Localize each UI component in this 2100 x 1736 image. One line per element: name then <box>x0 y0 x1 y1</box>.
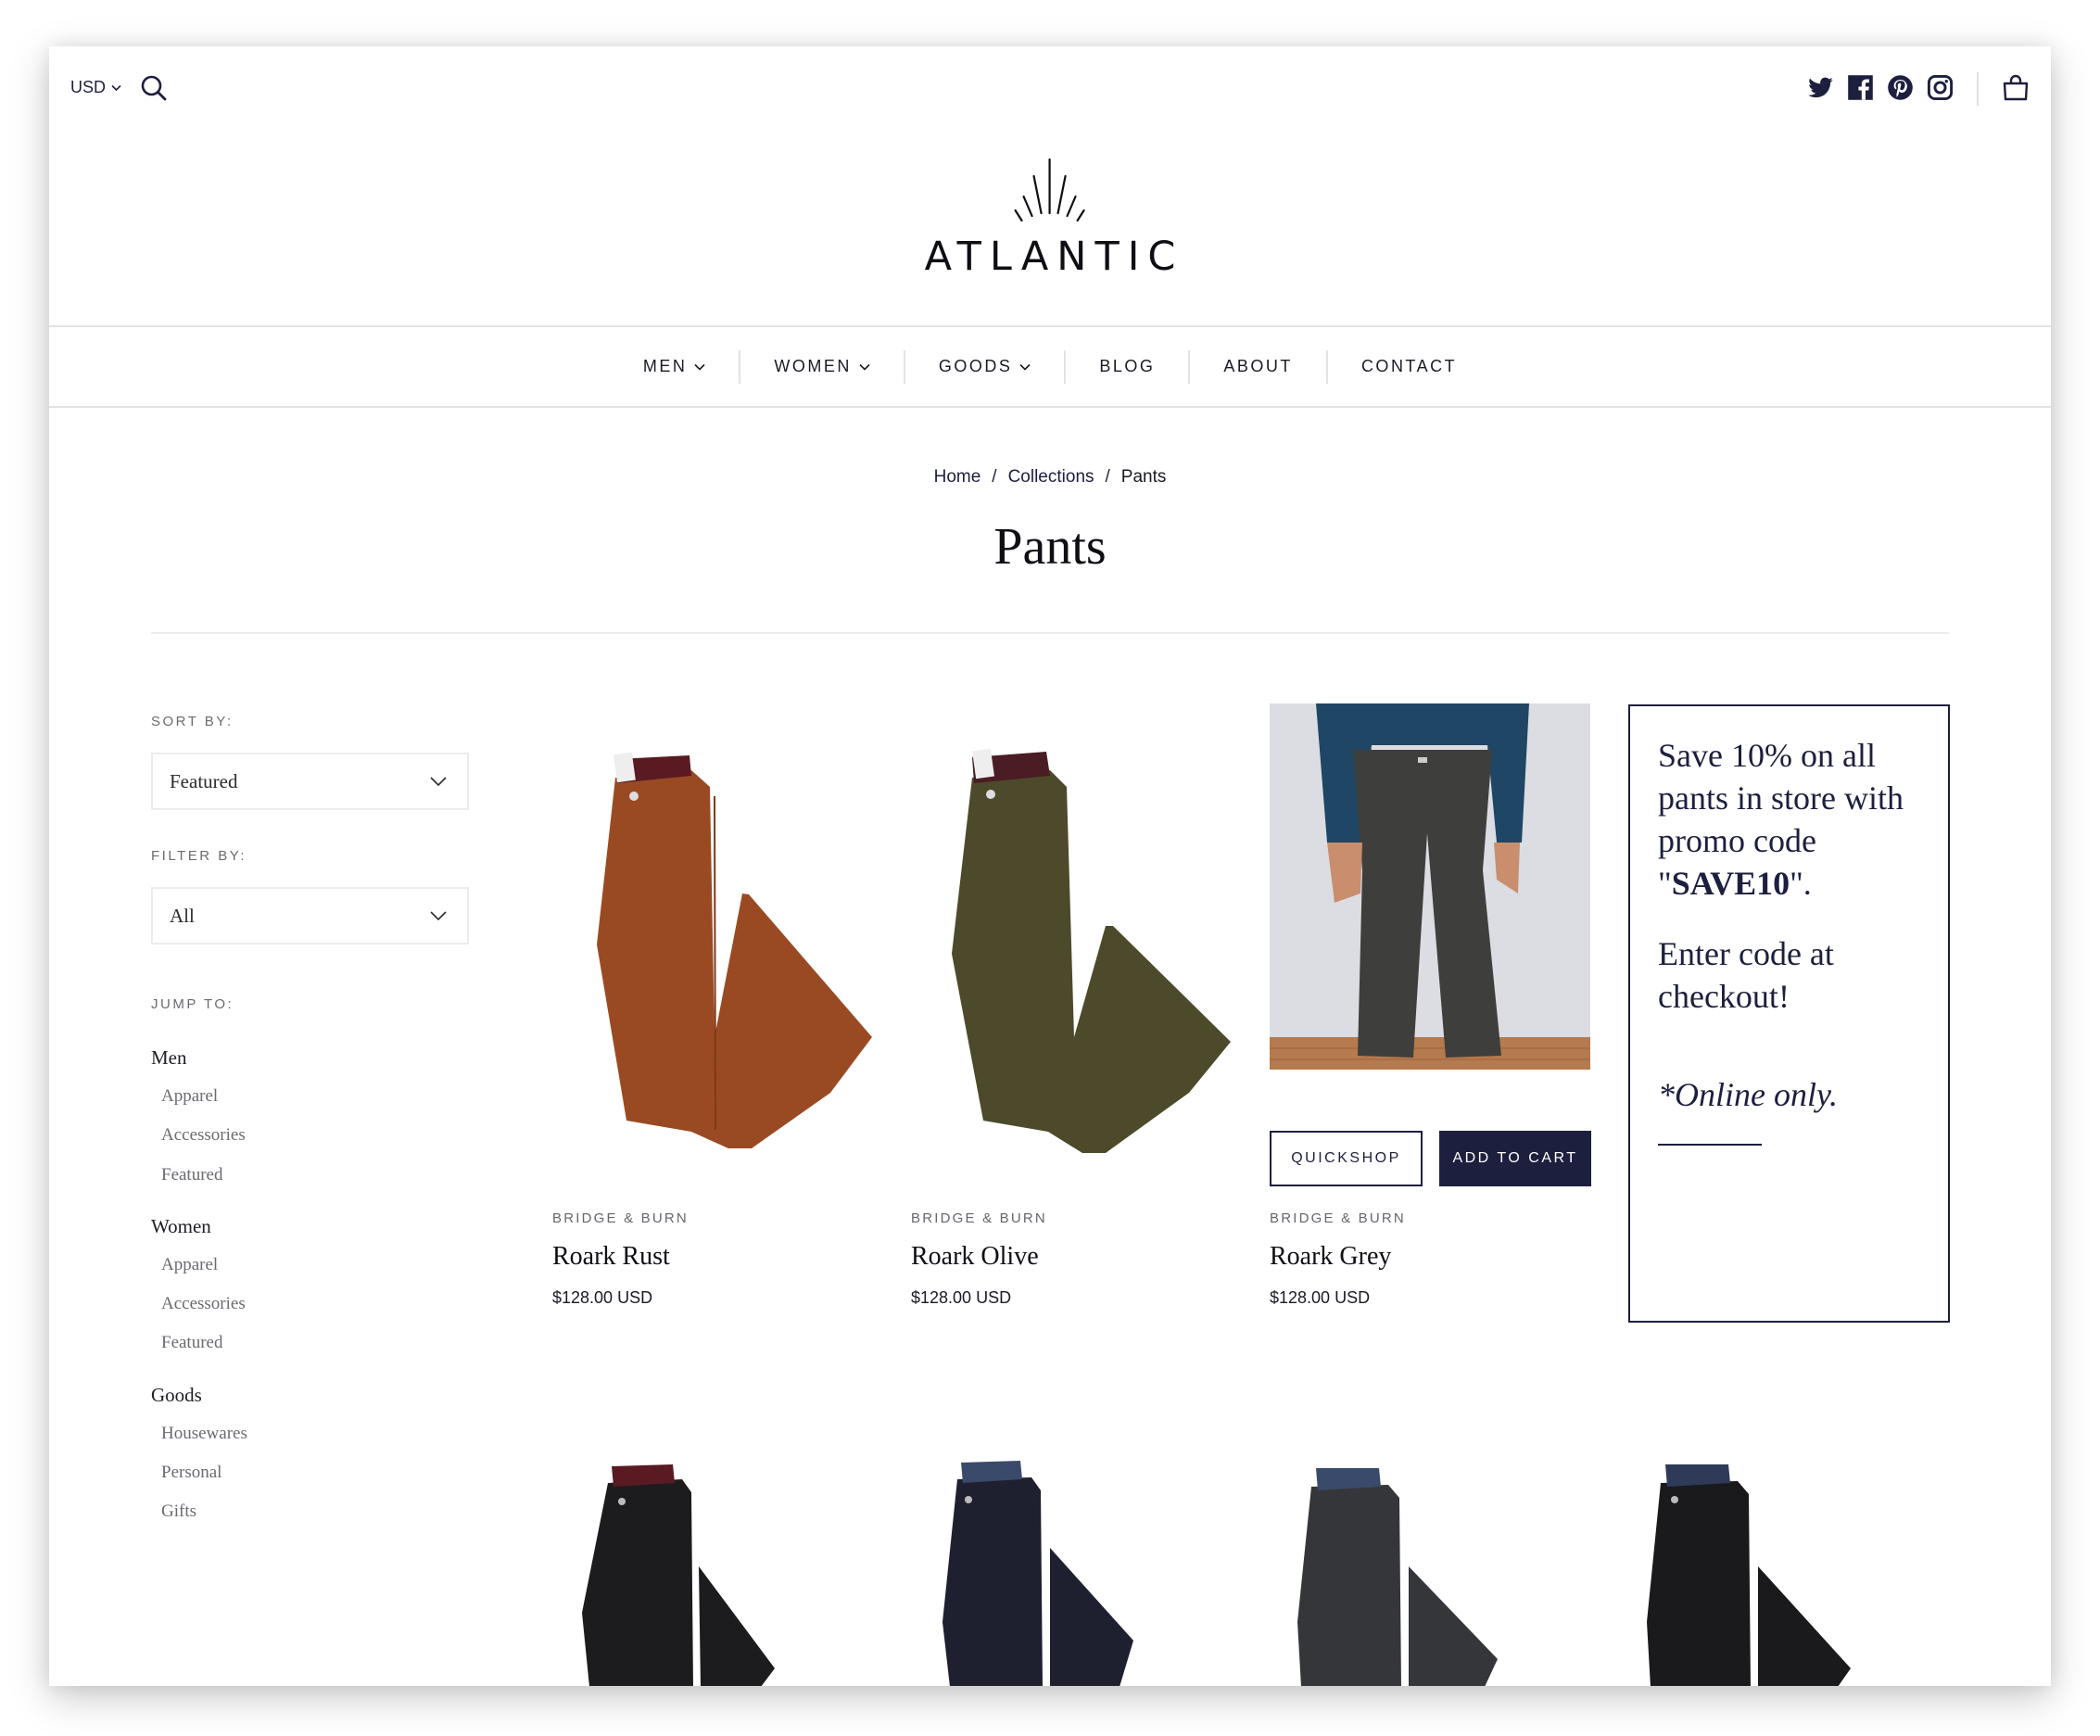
currency-label: USD <box>70 78 107 96</box>
nav-item-label: MEN <box>642 357 688 375</box>
nav-item-blog[interactable]: BLOG <box>1064 349 1188 384</box>
filter-select-value: All <box>170 904 195 927</box>
topbar-divider <box>1977 72 1979 106</box>
breadcrumb-separator: / <box>992 467 997 487</box>
jump-link-men-featured[interactable]: Featured <box>151 1156 247 1195</box>
product-image-roark-rust[interactable] <box>552 703 873 1176</box>
chevron-down-icon <box>111 84 121 91</box>
product-brand: BRIDGE & BURN <box>911 1210 1047 1226</box>
nav-item-goods[interactable]: GOODS <box>903 349 1065 384</box>
sunburst-logo-icon <box>1014 158 1086 222</box>
chevron-down-icon <box>859 363 870 371</box>
nav-item-label: GOODS <box>938 357 1013 375</box>
facebook-icon[interactable] <box>1847 74 1874 101</box>
product-price: $128.00 USD <box>1270 1288 1371 1307</box>
sort-select-value: Featured <box>170 769 238 792</box>
product-image-row2-2[interactable] <box>911 1446 1232 1686</box>
jump-to-list: Men Apparel Accessories Featured Women A… <box>151 1038 247 1544</box>
promo-code: SAVE10 <box>1671 865 1790 902</box>
breadcrumb-collections[interactable]: Collections <box>1008 467 1094 487</box>
promo-box: Save 10% on all pants in store with prom… <box>1628 704 1950 1323</box>
jump-link-goods-personal[interactable]: Personal <box>151 1453 247 1492</box>
folded-pants-image <box>942 1461 1133 1686</box>
main-nav: MEN WOMEN GOODS BLOG ABOUT CONTACT <box>49 325 2051 408</box>
chevron-down-icon <box>1019 363 1031 371</box>
folded-pants-image <box>952 748 1231 1153</box>
jump-link-men[interactable]: Men <box>151 1038 247 1077</box>
jump-group-women: Women Apparel Accessories Featured <box>151 1207 247 1363</box>
sort-select[interactable]: Featured <box>151 753 469 810</box>
product-brand: BRIDGE & BURN <box>1270 1210 1406 1226</box>
product-image-roark-grey[interactable] <box>1270 703 1590 1070</box>
promo-text-suffix: ". <box>1790 865 1812 902</box>
sort-label: SORT BY: <box>151 714 234 729</box>
logo-wordmark: ATLANTIC <box>924 234 1184 280</box>
twitter-icon[interactable] <box>1807 74 1834 101</box>
chevron-down-icon <box>694 363 705 371</box>
promo-instruction: Enter code at checkout! <box>1658 935 1834 1015</box>
nav-item-men[interactable]: MEN <box>610 350 740 384</box>
currency-selector[interactable]: USD <box>70 78 121 97</box>
breadcrumb-home[interactable]: Home <box>934 467 981 487</box>
shopping-bag-icon[interactable] <box>2001 72 2030 102</box>
product-name[interactable]: Roark Rust <box>552 1242 670 1272</box>
nav-item-label: CONTACT <box>1360 357 1458 375</box>
breadcrumb-current: Pants <box>1120 467 1167 487</box>
product-price: $128.00 USD <box>552 1288 653 1307</box>
breadcrumb: Home / Collections / Pants <box>49 467 2051 488</box>
promo-note: *Online only. <box>1658 1076 1838 1113</box>
folded-pants-image <box>597 752 872 1148</box>
jump-to-label: JUMP TO: <box>151 996 234 1012</box>
folded-pants-image <box>1647 1464 1851 1686</box>
product-image-row2-1[interactable] <box>552 1446 873 1686</box>
product-image-row2-3[interactable] <box>1270 1446 1590 1686</box>
nav-item-women[interactable]: WOMEN <box>739 349 904 384</box>
jump-link-women[interactable]: Women <box>151 1207 247 1246</box>
promo-rule <box>1658 1144 1762 1146</box>
search-icon[interactable] <box>140 74 168 102</box>
jump-group-goods: Goods Housewares Personal Gifts <box>151 1375 247 1532</box>
nav-item-label: WOMEN <box>774 357 852 375</box>
add-to-cart-button[interactable]: ADD TO CART <box>1439 1131 1591 1186</box>
model-photo-image <box>1270 703 1590 1070</box>
product-name[interactable]: Roark Grey <box>1270 1242 1391 1272</box>
filter-select[interactable]: All <box>151 887 469 944</box>
nav-item-label: ABOUT <box>1223 357 1293 375</box>
nav-item-label: BLOG <box>1099 357 1156 375</box>
jump-link-women-featured[interactable]: Featured <box>151 1324 247 1362</box>
store-logo[interactable]: ATLANTIC <box>917 158 1184 280</box>
instagram-icon[interactable] <box>1927 74 1954 101</box>
product-brand: BRIDGE & BURN <box>552 1210 689 1226</box>
jump-link-goods-gifts[interactable]: Gifts <box>151 1492 247 1531</box>
jump-link-goods[interactable]: Goods <box>151 1375 247 1414</box>
breadcrumb-separator: / <box>1105 467 1110 487</box>
jump-link-women-apparel[interactable]: Apparel <box>151 1246 247 1285</box>
filter-label: FILTER BY: <box>151 848 247 864</box>
jump-link-men-apparel[interactable]: Apparel <box>151 1077 247 1116</box>
chevron-down-icon <box>430 777 447 786</box>
nav-item-contact[interactable]: CONTACT <box>1325 349 1490 384</box>
jump-link-men-accessories[interactable]: Accessories <box>151 1116 247 1155</box>
promo-text: Save 10% on all pants in store with prom… <box>1658 734 1920 905</box>
folded-pants-image <box>1297 1468 1498 1686</box>
product-image-roark-olive[interactable] <box>911 703 1232 1176</box>
jump-link-goods-housewares[interactable]: Housewares <box>151 1414 247 1453</box>
pinterest-icon[interactable] <box>1887 74 1914 101</box>
page-title: Pants <box>993 518 1107 576</box>
folded-pants-image <box>582 1464 775 1686</box>
social-links <box>1807 74 1954 101</box>
jump-group-men: Men Apparel Accessories Featured <box>151 1038 247 1195</box>
product-name[interactable]: Roark Olive <box>911 1242 1039 1272</box>
product-price: $128.00 USD <box>911 1288 1012 1307</box>
chevron-down-icon <box>430 911 447 920</box>
product-image-row2-4[interactable] <box>1628 1446 1949 1686</box>
title-divider <box>151 632 1949 634</box>
page-card: USD ATLANTIC MEN WOMEN GOODS BLOG ABOUT … <box>49 46 2051 1686</box>
jump-link-women-accessories[interactable]: Accessories <box>151 1285 247 1324</box>
nav-item-about[interactable]: ABOUT <box>1188 349 1326 384</box>
quickshop-button[interactable]: QUICKSHOP <box>1270 1131 1423 1186</box>
